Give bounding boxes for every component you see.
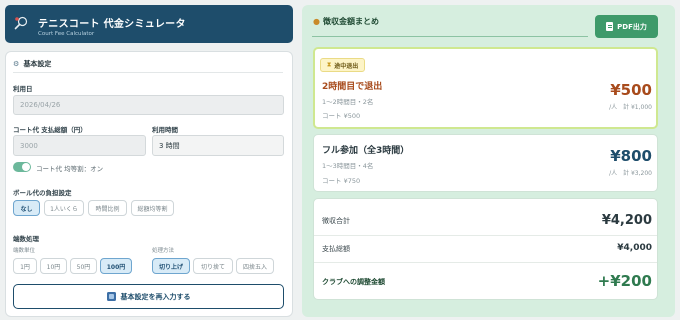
paid-total-label: 支払総額 — [322, 245, 350, 253]
group-amount: ¥500 — [610, 81, 652, 99]
usage-time-label: 利用時間 — [152, 126, 178, 134]
group-amount: ¥800 — [610, 147, 652, 165]
settings-panel — [5, 51, 293, 317]
hourglass-icon: ⧗ — [327, 61, 332, 68]
unit-option-1[interactable]: 1円 — [13, 258, 37, 274]
summary-heading-label: 徴収金額まとめ — [322, 17, 379, 26]
ball-option-time-proportional[interactable]: 時間比例 — [88, 200, 127, 216]
app-title: テニスコート 代金シミュレータ — [38, 19, 186, 30]
settings-heading-label: 基本設定 — [23, 60, 52, 68]
rounding-unit-label: 端数単位 — [13, 248, 36, 254]
group-detail: 1〜2時間目・2名 — [322, 98, 374, 106]
group-title: フル参加（全3時間） — [322, 146, 410, 156]
early-leave-badge: ⧗ 途中退出 — [320, 58, 366, 72]
unit-option-10[interactable]: 10円 — [40, 258, 67, 274]
group-court-fee: コート ¥500 — [322, 112, 361, 120]
rounding-label: 端数処理 — [13, 235, 39, 243]
money-bag-icon: ● — [313, 17, 320, 26]
method-option-round-half[interactable]: 四捨五入 — [236, 258, 274, 274]
method-option-round-up[interactable]: 切り上げ — [152, 258, 190, 274]
date-field[interactable]: 2026/04/26 — [13, 95, 284, 115]
unit-option-50[interactable]: 50円 — [70, 258, 97, 274]
app-header: テニスコート 代金シミュレータ Court Fee Calculator — [5, 5, 293, 43]
totals-divider — [314, 262, 657, 263]
app-subtitle: Court Fee Calculator — [38, 31, 95, 37]
date-label: 利用日 — [13, 85, 33, 93]
ball-option-none[interactable]: なし — [13, 200, 40, 216]
group-detail: 1〜3時間目・4名 — [322, 162, 374, 170]
tennis-racket-icon — [14, 16, 28, 30]
gear-icon: ⚙ — [13, 60, 20, 68]
pdf-export-button[interactable]: PDF出力 — [595, 15, 658, 38]
group-title: 2時間目で退出 — [322, 82, 383, 92]
group-per-person: /人 計 ¥3,200 — [609, 170, 652, 177]
summary-heading: ● 徴収金額まとめ — [313, 16, 379, 27]
ball-option-per-person[interactable]: 1人いくら — [44, 200, 84, 216]
court-fee-input[interactable]: 3000 — [13, 135, 146, 156]
group-court-fee: コート ¥750 — [322, 177, 361, 185]
collected-total-value: ¥4,200 — [601, 213, 652, 228]
reset-settings-label: 基本設定を再入力する — [120, 292, 191, 301]
pdf-export-label: PDF出力 — [617, 22, 647, 31]
ball-option-equal-split[interactable]: 総額均等割 — [131, 200, 174, 216]
court-fee-split-label: コート代 均等割：オン — [36, 165, 104, 173]
rounding-method-label: 処理方法 — [152, 248, 175, 254]
unit-option-100[interactable]: 100円 — [100, 258, 132, 274]
group-per-person: /人 計 ¥1,000 — [609, 104, 652, 111]
usage-time-field[interactable]: 3 時間 — [152, 135, 284, 156]
totals-divider — [314, 235, 657, 236]
method-option-round-down[interactable]: 切り捨て — [193, 258, 233, 274]
court-fee-label: コート代 支払総額（円） — [13, 126, 87, 134]
court-fee-split-toggle[interactable] — [13, 162, 31, 172]
document-icon — [606, 22, 614, 31]
collected-total-label: 徴収合計 — [322, 217, 350, 225]
adjustment-value: +¥200 — [597, 272, 652, 290]
paid-total-value: ¥4,000 — [617, 243, 652, 253]
toggle-knob — [22, 163, 30, 171]
ball-fee-label: ボール代の負担設定 — [13, 189, 72, 197]
summary-divider — [312, 36, 588, 37]
reset-settings-button[interactable]: 基本設定を再入力する — [13, 284, 284, 309]
early-leave-badge-label: 途中退出 — [334, 62, 359, 70]
edit-icon — [106, 292, 116, 301]
adjustment-label: クラブへの調整金額 — [322, 278, 385, 286]
settings-heading: ⚙ 基本設定 — [13, 59, 283, 73]
